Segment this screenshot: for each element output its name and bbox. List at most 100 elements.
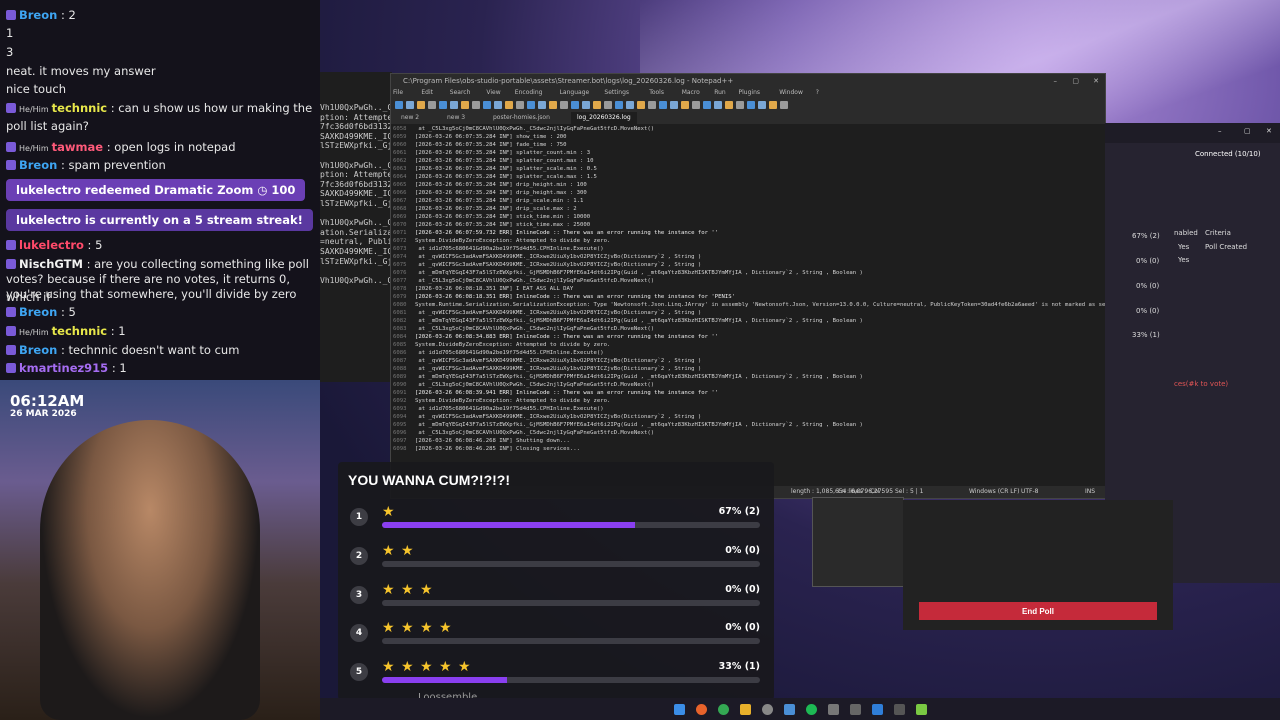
column-criteria-header: Criteria	[1205, 229, 1231, 237]
menu-item[interactable]: Window	[779, 88, 803, 98]
toolbar-icon[interactable]	[417, 101, 425, 109]
line-text: System.DivideByZeroException: Attempted …	[415, 238, 611, 244]
close-icon[interactable]: ✕	[1266, 127, 1272, 135]
line-number: 6068	[393, 206, 407, 212]
chat-username[interactable]: Breon	[19, 8, 57, 22]
app-icon[interactable]	[850, 704, 861, 715]
toolbar-icon[interactable]	[538, 101, 546, 109]
option-stars: ★ ★	[382, 543, 415, 559]
browser-icon[interactable]	[696, 704, 707, 715]
toolbar-icon[interactable]	[549, 101, 557, 109]
toolbar-icon[interactable]	[670, 101, 678, 109]
toolbar-icon[interactable]	[483, 101, 491, 109]
tab-2[interactable]: new 3	[441, 112, 471, 124]
minimize-icon[interactable]: –	[1054, 74, 1058, 88]
chat-username[interactable]: Breon	[19, 158, 57, 172]
start-icon[interactable]	[674, 704, 685, 715]
folder-icon[interactable]	[740, 704, 751, 715]
terminal-line: ption: Attempte	[320, 112, 393, 122]
toolbar-icon[interactable]	[736, 101, 744, 109]
toolbar-icon[interactable]	[593, 101, 601, 109]
toolbar-icon[interactable]	[703, 101, 711, 109]
streak-notice: lukelectro is currently on a 5 stream st…	[6, 209, 313, 231]
menu-item[interactable]: ?	[816, 88, 819, 98]
toolbar-icon[interactable]	[769, 101, 777, 109]
notepad-editor[interactable]: 6058 at _C5L3xg5oCj0mC8CAVhlU0QxPwGh._C5…	[391, 124, 1105, 486]
notepad-titlebar[interactable]: C:\Program Files\obs-studio-portable\ass…	[391, 74, 1105, 88]
code-line: 6095 at _mDmTqYEGqI43F7a5lSTzEWXpfki._Gj…	[393, 421, 863, 429]
toolbar-icon[interactable]	[692, 101, 700, 109]
chat-username[interactable]: technnic	[52, 101, 107, 115]
toolbar-icon[interactable]	[659, 101, 667, 109]
code-line: 6077 at _C5L3xg5oCj0mC8CAVhlU0QxPwGh._C5…	[393, 277, 654, 285]
toolbar-icon[interactable]	[681, 101, 689, 109]
toolbar-icon[interactable]	[637, 101, 645, 109]
obs-icon[interactable]	[762, 704, 773, 715]
toolbar-icon[interactable]	[780, 101, 788, 109]
terminal-icon[interactable]	[894, 704, 905, 715]
menu-item[interactable]: Plugins	[739, 88, 761, 98]
toolbar-icon[interactable]	[571, 101, 579, 109]
toolbar-icon[interactable]	[527, 101, 535, 109]
toolbar-icon[interactable]	[461, 101, 469, 109]
close-icon[interactable]: ✕	[1093, 74, 1099, 88]
notepad-window[interactable]: C:\Program Files\obs-studio-portable\ass…	[390, 73, 1106, 499]
end-poll-button[interactable]: End Poll	[919, 602, 1157, 620]
toolbar-icon[interactable]	[725, 101, 733, 109]
minimize-icon[interactable]: –	[1218, 127, 1222, 135]
toolbar-icon[interactable]	[505, 101, 513, 109]
tab-3[interactable]: poster-homies.json	[487, 112, 556, 124]
toolbar-icon[interactable]	[615, 101, 623, 109]
toolbar-icon[interactable]	[472, 101, 480, 109]
toolbar-icon[interactable]	[439, 101, 447, 109]
toolbar-icon[interactable]	[560, 101, 568, 109]
spotify-icon[interactable]	[806, 704, 817, 715]
menu-item[interactable]: Search	[450, 88, 471, 98]
toolbar-icon[interactable]	[626, 101, 634, 109]
menu-item[interactable]: Tools	[649, 88, 664, 98]
notepadpp-icon[interactable]	[916, 704, 927, 715]
toolbar-icon[interactable]	[604, 101, 612, 109]
toolbar-icon[interactable]	[494, 101, 502, 109]
chat-username[interactable]: Breon	[19, 343, 57, 357]
menu-item[interactable]: Settings	[604, 88, 629, 98]
chat-username[interactable]: tawmae	[52, 140, 103, 154]
menu-item[interactable]: Edit	[421, 88, 433, 98]
maximize-icon[interactable]: ▢	[1244, 127, 1251, 135]
toolbar-icon[interactable]	[714, 101, 722, 109]
menu-item[interactable]: Run	[714, 88, 726, 98]
toolbar-icon[interactable]	[428, 101, 436, 109]
chat-username[interactable]: NischGTM	[19, 257, 83, 271]
menu-item[interactable]: Language	[560, 88, 590, 98]
toolbar-icon[interactable]	[516, 101, 524, 109]
toolbar-icon[interactable]	[747, 101, 755, 109]
menu-item[interactable]: Encoding	[515, 88, 543, 98]
tab-4[interactable]: log_20260326.log	[571, 112, 637, 124]
toolbar-icon[interactable]	[648, 101, 656, 109]
toolbar-icon[interactable]	[406, 101, 414, 109]
chat-username[interactable]: technnic	[52, 324, 107, 338]
maximize-icon[interactable]: ▢	[1072, 74, 1079, 88]
toolbar-icon[interactable]	[450, 101, 458, 109]
chat-username[interactable]: kmartinez915	[19, 361, 108, 375]
menu-item[interactable]: View	[486, 88, 500, 98]
terminal-window[interactable]: Vh1U0QxPwGh.._C5 ption: Attempte 7fc36d0f6…	[320, 72, 397, 382]
menu-item[interactable]: Macro	[682, 88, 700, 98]
chat-username[interactable]: Breon	[19, 305, 57, 319]
line-number: 6088	[393, 366, 407, 372]
line-number: 6072	[393, 238, 407, 244]
terminal-line: =neutral, Publi	[320, 237, 393, 247]
app-icon[interactable]	[784, 704, 795, 715]
toolbar-icon[interactable]	[758, 101, 766, 109]
chat-message: you're using that somewhere, you'll divi…	[6, 285, 316, 303]
chrome-icon[interactable]	[718, 704, 729, 715]
code-line: 6069 [2026-03-26 06:07:35.284 INF] stick_…	[393, 213, 590, 221]
app-icon[interactable]	[828, 704, 839, 715]
vscode-icon[interactable]	[872, 704, 883, 715]
tab-1[interactable]: new 2	[395, 112, 425, 124]
code-line: 6081 at _qvWICF5Gc3adAvmFSAXKD499KME._IC…	[393, 309, 701, 317]
chat-username[interactable]: lukelectro	[19, 238, 84, 252]
menu-item[interactable]: File	[393, 88, 403, 98]
toolbar-icon[interactable]	[582, 101, 590, 109]
toolbar-icon[interactable]	[395, 101, 403, 109]
